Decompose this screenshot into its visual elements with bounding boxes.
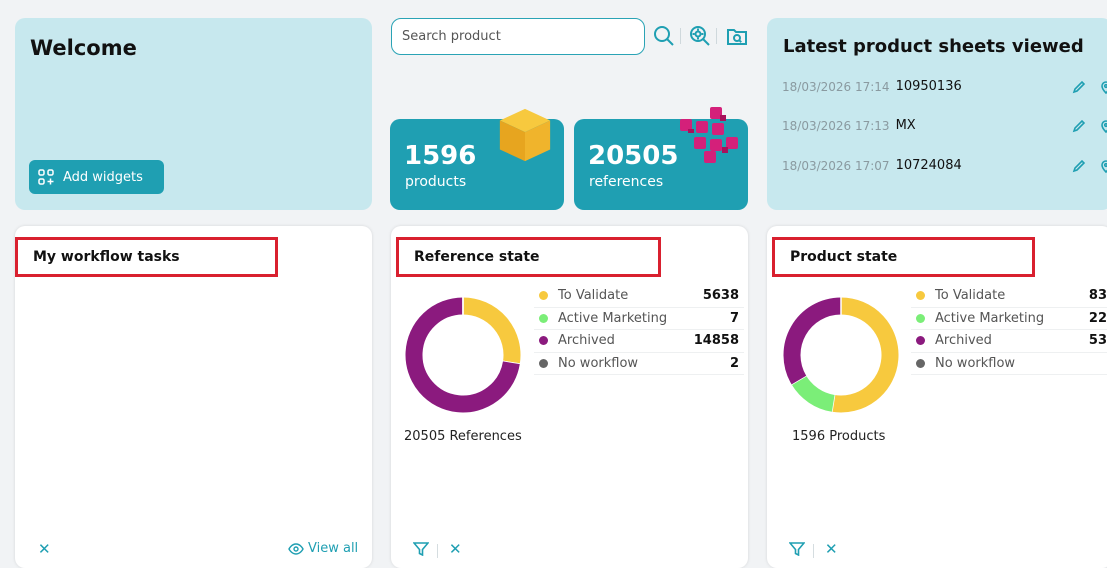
view-all-link[interactable]: View all xyxy=(288,541,358,556)
folder-search-icon[interactable] xyxy=(725,24,749,48)
reference-state-legend: To Validate 5638 Active Marketing 7 Archiv… xyxy=(534,285,744,375)
latest-item[interactable]: 18/03/2026 17:13 MX xyxy=(782,118,1107,133)
legend-item[interactable]: Active Marketing 7 xyxy=(534,308,744,330)
panel-title: Product state xyxy=(772,237,1035,277)
reference-total: 20505 References xyxy=(404,429,522,444)
panel-title: My workflow tasks xyxy=(15,237,278,277)
legend-item[interactable]: No workflow xyxy=(911,353,1107,375)
filter-icon[interactable] xyxy=(789,542,805,556)
close-icon[interactable]: ✕ xyxy=(38,540,51,558)
add-widgets-icon xyxy=(38,169,54,185)
donut-slice-to-validate[interactable] xyxy=(831,297,899,413)
latest-item[interactable]: 18/03/2026 17:07 10724084 xyxy=(782,158,1107,173)
eye-icon xyxy=(288,542,304,555)
donut-slice-to-validate[interactable] xyxy=(462,297,521,364)
product-state-panel: Product state To Validate 83 Active Marke… xyxy=(767,226,1107,568)
dashboard: Welcome Add widgets 1596 products 20505 … xyxy=(0,0,1107,568)
reference-state-donut-chart xyxy=(405,297,521,413)
legend-label: Active Marketing xyxy=(558,310,668,326)
location-pin-icon[interactable] xyxy=(1099,80,1107,94)
close-icon[interactable]: ✕ xyxy=(449,540,462,558)
products-label: products xyxy=(405,174,467,190)
donut-slice-archived[interactable] xyxy=(783,297,842,385)
add-widgets-button[interactable]: Add widgets xyxy=(29,160,164,194)
donut-slice-active-marketing[interactable] xyxy=(791,375,836,412)
latest-item-timestamp: 18/03/2026 17:14 xyxy=(782,79,890,94)
latest-item-code[interactable]: 10724084 xyxy=(896,158,962,173)
legend-item[interactable]: Archived 53 xyxy=(911,330,1107,353)
legend-dot xyxy=(539,358,548,368)
legend-dot xyxy=(916,336,925,346)
latest-item-code[interactable]: MX xyxy=(896,118,916,133)
divider xyxy=(716,28,717,44)
search-input[interactable] xyxy=(391,18,645,55)
legend-label: Archived xyxy=(935,333,992,349)
welcome-title: Welcome xyxy=(30,36,137,60)
location-pin-icon[interactable] xyxy=(1099,119,1107,133)
legend-value: 14858 xyxy=(693,333,739,349)
legend-label: No workflow xyxy=(935,355,1016,371)
reference-state-panel: Reference state To Validate 5638 Active M… xyxy=(391,226,748,568)
advanced-search-icon[interactable] xyxy=(688,24,712,48)
product-state-donut-chart xyxy=(783,297,899,413)
legend-label: No workflow xyxy=(558,355,639,371)
products-count: 1596 xyxy=(404,141,477,171)
legend-dot xyxy=(539,336,548,346)
product-state-legend: To Validate 83 Active Marketing 22 Archive… xyxy=(911,285,1107,375)
latest-item-timestamp: 18/03/2026 17:07 xyxy=(782,158,890,173)
pencil-icon[interactable] xyxy=(1072,159,1086,173)
legend-value: 2 xyxy=(729,355,739,371)
legend-label: To Validate xyxy=(558,288,629,304)
add-widgets-label: Add widgets xyxy=(63,169,143,185)
legend-item[interactable]: Active Marketing 22 xyxy=(911,308,1107,330)
divider xyxy=(437,544,438,558)
legend-dot xyxy=(916,358,925,368)
search-icon[interactable] xyxy=(652,24,676,48)
stacked-cubes-icon xyxy=(680,107,738,163)
legend-label: To Validate xyxy=(935,288,1006,304)
pencil-icon[interactable] xyxy=(1072,119,1086,133)
references-count-tile[interactable]: 20505 references xyxy=(574,107,748,210)
legend-item[interactable]: No workflow 2 xyxy=(534,353,744,375)
divider xyxy=(813,544,814,558)
divider xyxy=(680,28,681,44)
legend-dot xyxy=(916,291,925,301)
latest-item-code[interactable]: 10950136 xyxy=(896,79,962,94)
references-count: 20505 xyxy=(588,141,679,171)
legend-item[interactable]: To Validate 5638 xyxy=(534,285,744,308)
panel-title: Reference state xyxy=(396,237,661,277)
legend-label: Archived xyxy=(558,333,615,349)
legend-value: 53 xyxy=(1088,333,1107,349)
legend-label: Active Marketing xyxy=(935,310,1045,326)
legend-value: 22 xyxy=(1088,310,1107,326)
legend-item[interactable]: To Validate 83 xyxy=(911,285,1107,308)
close-icon[interactable]: ✕ xyxy=(825,540,838,558)
legend-dot xyxy=(916,313,925,323)
cube-icon xyxy=(499,108,551,162)
legend-dot xyxy=(539,291,548,301)
legend-value: 83 xyxy=(1088,288,1107,304)
latest-product-sheets-card: Latest product sheets viewed 18/03/2026 … xyxy=(767,18,1107,210)
legend-value: 5638 xyxy=(702,288,739,304)
product-total: 1596 Products xyxy=(792,429,886,444)
references-label: references xyxy=(589,174,664,190)
filter-icon[interactable] xyxy=(413,542,429,556)
workflow-tasks-panel: My workflow tasks ✕ View all xyxy=(15,226,372,568)
pencil-icon[interactable] xyxy=(1072,80,1086,94)
legend-value: 7 xyxy=(729,310,739,326)
view-all-label: View all xyxy=(308,541,359,556)
legend-dot xyxy=(539,313,548,323)
latest-item-timestamp: 18/03/2026 17:13 xyxy=(782,118,890,133)
location-pin-icon[interactable] xyxy=(1099,159,1107,173)
latest-title: Latest product sheets viewed xyxy=(783,36,1084,57)
legend-item[interactable]: Archived 14858 xyxy=(534,330,744,353)
products-count-tile[interactable]: 1596 products xyxy=(390,108,564,210)
latest-item[interactable]: 18/03/2026 17:14 10950136 xyxy=(782,79,1107,94)
welcome-card: Welcome Add widgets xyxy=(15,18,372,210)
